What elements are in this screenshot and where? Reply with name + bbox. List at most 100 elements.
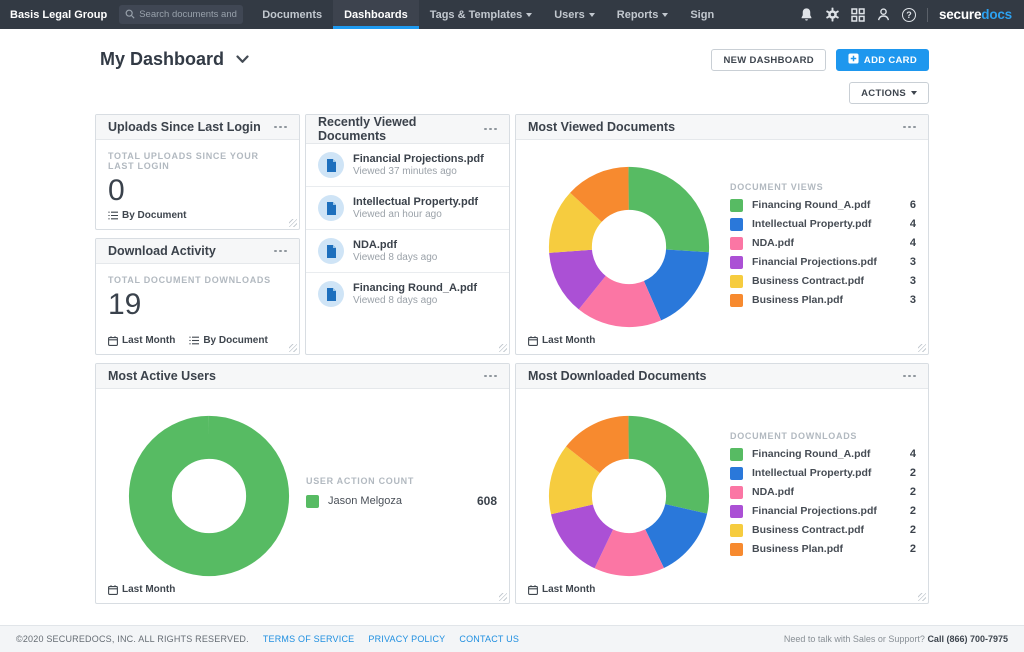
new-dashboard-button[interactable]: NEW DASHBOARD bbox=[711, 49, 825, 71]
card-menu-ellipsis-icon[interactable] bbox=[484, 124, 497, 135]
document-icon bbox=[318, 195, 344, 221]
stat-value: 19 bbox=[108, 288, 287, 322]
support-phone: Call (866) 700-7975 bbox=[927, 634, 1008, 644]
plus-square-icon bbox=[848, 53, 859, 67]
chevron-down-icon bbox=[662, 13, 668, 17]
primary-nav: Documents Dashboards Tags & Templates Us… bbox=[251, 0, 725, 29]
calendar-icon bbox=[108, 585, 118, 595]
last-month-filter[interactable]: Last Month bbox=[108, 584, 175, 595]
card-most-active-users: Most Active Users USER ACTION COUNT Jaso… bbox=[95, 363, 510, 604]
card-title: Most Downloaded Documents bbox=[528, 369, 706, 383]
legend-swatch bbox=[730, 199, 743, 212]
by-document-filter[interactable]: By Document bbox=[189, 335, 267, 346]
card-download-activity: Download Activity TOTAL DOCUMENT DOWNLOA… bbox=[95, 238, 300, 355]
settings-gear-icon[interactable] bbox=[825, 7, 840, 22]
nav-item-dashboards[interactable]: Dashboards bbox=[333, 0, 419, 29]
card-menu-ellipsis-icon[interactable] bbox=[903, 371, 916, 382]
nav-item-reports[interactable]: Reports bbox=[606, 0, 680, 29]
legend-swatch bbox=[730, 237, 743, 250]
legend-swatch bbox=[730, 448, 743, 461]
add-card-button[interactable]: ADD CARD bbox=[836, 49, 929, 71]
copyright-text: ©2020 SECUREDOCS, INC. ALL RIGHTS RESERV… bbox=[16, 634, 249, 644]
page-footer: ©2020 SECUREDOCS, INC. ALL RIGHTS RESERV… bbox=[0, 625, 1024, 652]
chevron-down-icon bbox=[911, 91, 917, 95]
nav-item-documents[interactable]: Documents bbox=[251, 0, 333, 29]
resize-handle[interactable] bbox=[918, 593, 926, 601]
recent-document-row[interactable]: Financial Projections.pdfViewed 37 minut… bbox=[306, 144, 509, 187]
legend-item: Business Plan.pdf2 bbox=[730, 543, 916, 556]
terms-of-service-link[interactable]: TERMS OF SERVICE bbox=[263, 634, 355, 644]
list-icon bbox=[189, 336, 199, 345]
most-viewed-donut-chart bbox=[546, 164, 712, 330]
notifications-bell-icon[interactable] bbox=[799, 7, 814, 22]
resize-handle[interactable] bbox=[499, 593, 507, 601]
legend-swatch bbox=[730, 524, 743, 537]
divider bbox=[927, 8, 928, 22]
list-icon bbox=[108, 211, 118, 220]
card-most-viewed-documents: Most Viewed Documents DOCUMENT VIEWS Fin… bbox=[515, 114, 929, 355]
chart-legend: DOCUMENT VIEWS Financing Round_A.pdf6 In… bbox=[730, 182, 916, 313]
card-title: Uploads Since Last Login bbox=[108, 120, 261, 134]
card-title: Most Viewed Documents bbox=[528, 120, 675, 134]
last-month-filter[interactable]: Last Month bbox=[108, 335, 175, 346]
card-title: Most Active Users bbox=[108, 369, 216, 383]
privacy-policy-link[interactable]: PRIVACY POLICY bbox=[368, 634, 445, 644]
stat-label: TOTAL UPLOADS SINCE YOUR LAST LOGIN bbox=[108, 151, 287, 171]
contact-us-link[interactable]: CONTACT US bbox=[459, 634, 519, 644]
legend-swatch bbox=[730, 505, 743, 518]
legend-item: NDA.pdf4 bbox=[730, 237, 916, 250]
nav-item-users[interactable]: Users bbox=[543, 0, 606, 29]
calendar-icon bbox=[528, 585, 538, 595]
search-box[interactable] bbox=[119, 5, 243, 24]
resize-handle[interactable] bbox=[289, 344, 297, 352]
account-brand: Basis Legal Group bbox=[0, 0, 119, 29]
legend-item: Jason Melgoza608 bbox=[306, 494, 497, 508]
chevron-down-icon bbox=[526, 13, 532, 17]
user-profile-icon[interactable] bbox=[876, 7, 891, 22]
calendar-icon bbox=[108, 336, 118, 346]
card-title: Recently Viewed Documents bbox=[318, 115, 484, 143]
search-input[interactable] bbox=[139, 9, 237, 20]
legend-item: Financing Round_A.pdf4 bbox=[730, 448, 916, 461]
card-menu-ellipsis-icon[interactable] bbox=[484, 371, 497, 382]
card-recently-viewed-documents: Recently Viewed Documents Financial Proj… bbox=[305, 114, 510, 355]
stat-label: TOTAL DOCUMENT DOWNLOADS bbox=[108, 275, 287, 285]
actions-dropdown-button[interactable]: ACTIONS bbox=[849, 82, 929, 104]
nav-item-tags-templates[interactable]: Tags & Templates bbox=[419, 0, 544, 29]
legend-swatch bbox=[306, 495, 319, 508]
resize-handle[interactable] bbox=[289, 219, 297, 227]
legend-swatch bbox=[730, 467, 743, 480]
legend-item: Financing Round_A.pdf6 bbox=[730, 199, 916, 212]
card-menu-ellipsis-icon[interactable] bbox=[274, 122, 287, 133]
by-document-filter[interactable]: By Document bbox=[108, 210, 186, 221]
help-icon[interactable]: ? bbox=[902, 8, 916, 22]
main-content: My Dashboard NEW DASHBOARD ADD CARD ACTI… bbox=[0, 29, 1024, 625]
legend-item: Financial Projections.pdf2 bbox=[730, 505, 916, 518]
stat-value: 0 bbox=[108, 174, 287, 208]
recent-document-row[interactable]: Financing Round_A.pdfViewed 8 days ago bbox=[306, 273, 509, 315]
recent-document-row[interactable]: Intellectual Property.pdfViewed an hour … bbox=[306, 187, 509, 230]
most-active-users-donut-chart bbox=[126, 413, 292, 579]
resize-handle[interactable] bbox=[918, 344, 926, 352]
page-title: My Dashboard bbox=[100, 49, 224, 70]
dashboard-grid: Uploads Since Last Login TOTAL UPLOADS S… bbox=[95, 114, 929, 604]
document-icon bbox=[318, 281, 344, 307]
nav-item-sign[interactable]: Sign bbox=[679, 0, 725, 29]
card-menu-ellipsis-icon[interactable] bbox=[903, 122, 916, 133]
last-month-filter[interactable]: Last Month bbox=[528, 584, 595, 595]
legend-swatch bbox=[730, 543, 743, 556]
card-uploads-since-last-login: Uploads Since Last Login TOTAL UPLOADS S… bbox=[95, 114, 300, 230]
card-title: Download Activity bbox=[108, 244, 216, 258]
securedocs-logo: securedocs bbox=[939, 7, 1012, 22]
legend-swatch bbox=[730, 486, 743, 499]
legend-item: Financial Projections.pdf3 bbox=[730, 256, 916, 269]
last-month-filter[interactable]: Last Month bbox=[528, 335, 595, 346]
recent-document-row[interactable]: NDA.pdfViewed 8 days ago bbox=[306, 230, 509, 273]
calendar-icon bbox=[528, 336, 538, 346]
apps-grid-icon[interactable] bbox=[851, 8, 865, 22]
card-menu-ellipsis-icon[interactable] bbox=[274, 246, 287, 257]
legend-swatch bbox=[730, 294, 743, 307]
legend-swatch bbox=[730, 218, 743, 231]
dashboard-selector-chevron-icon[interactable] bbox=[236, 51, 249, 69]
resize-handle[interactable] bbox=[499, 344, 507, 352]
